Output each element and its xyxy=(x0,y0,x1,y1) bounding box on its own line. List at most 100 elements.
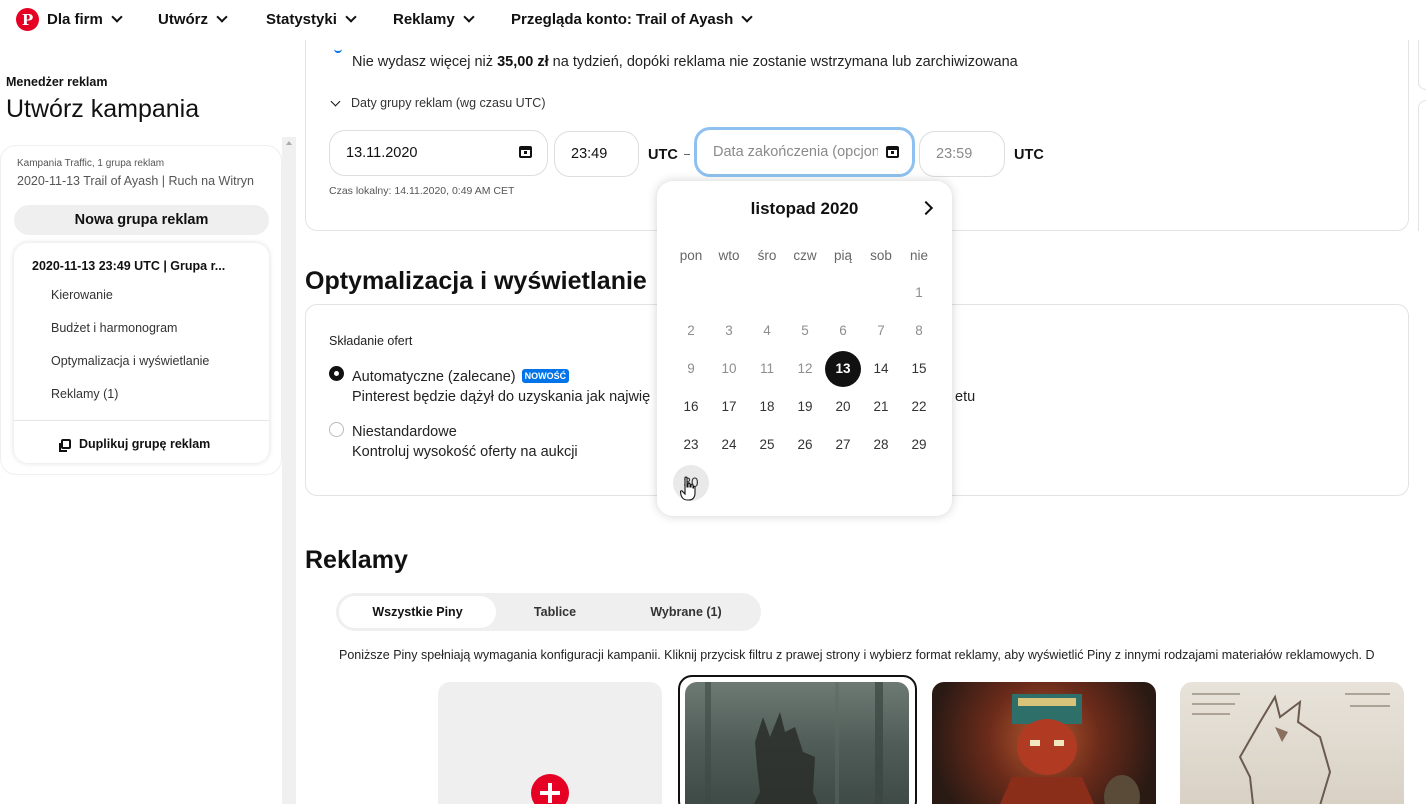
tab-selected[interactable]: Wybrane (1) xyxy=(614,596,758,628)
weekday-label: nie xyxy=(909,248,928,263)
masked-warrior-image xyxy=(1000,694,1140,804)
ads-note-text: Poniższe Piny spełniają wymagania konfig… xyxy=(339,648,1375,662)
top-nav: P Dla firm Utwórz Statystyki Reklamy Prz… xyxy=(0,0,1426,40)
nav-stats-label: Statystyki xyxy=(266,11,337,28)
add-icon[interactable] xyxy=(531,774,569,804)
calendar-icon[interactable] xyxy=(519,146,532,158)
calendar-day[interactable]: 19 xyxy=(786,391,824,423)
nav-create-menu[interactable]: Utwórz xyxy=(158,11,228,28)
werewolf-sketch-image xyxy=(1192,693,1390,804)
calendar-day[interactable]: 16 xyxy=(672,391,710,423)
bid-automatic-description: Pinterest będzie dążył do uzyskania jak … xyxy=(352,389,651,405)
campaign-name[interactable]: 2020-11-13 Trail of Ayash | Ruch na Witr… xyxy=(17,174,267,188)
pin-thumbnail[interactable] xyxy=(932,682,1156,804)
dates-toggle-label: Daty grupy reklam (wg czasu UTC) xyxy=(351,96,546,110)
pinterest-logo-icon[interactable]: P xyxy=(16,8,39,31)
campaign-meta: Kampania Traffic, 1 grupa reklam xyxy=(17,158,165,169)
calendar-day[interactable]: 3 xyxy=(710,315,748,347)
nav-business-menu[interactable]: Dla firm xyxy=(47,11,123,28)
date-picker-popup: listopad 2020 pon wto śro czw pią sob ni… xyxy=(657,181,952,516)
calendar-day[interactable]: 21 xyxy=(862,391,900,423)
chevron-down-icon xyxy=(463,11,475,23)
nav-ads-label: Reklamy xyxy=(393,11,455,28)
sidebar-item-budget[interactable]: Budżet i harmonogram xyxy=(51,321,177,335)
calendar-day[interactable]: 29 xyxy=(900,429,938,461)
nav-create-label: Utwórz xyxy=(158,11,208,28)
calendar-day[interactable]: 11 xyxy=(748,353,786,385)
page-title: Utwórz kampania xyxy=(6,95,200,123)
calendar-day[interactable]: 24 xyxy=(710,429,748,461)
bid-custom-title[interactable]: Niestandardowe xyxy=(352,424,457,440)
pin-thumbnail[interactable] xyxy=(1180,682,1404,804)
bid-automatic-description-end: etu xyxy=(955,389,976,405)
calendar-icon[interactable] xyxy=(886,146,899,158)
nav-ads-menu[interactable]: Reklamy xyxy=(393,11,475,28)
tab-boards[interactable]: Tablice xyxy=(496,596,614,628)
ads-tabs: Wszystkie Piny Tablice Wybrane (1) xyxy=(336,593,761,631)
calendar-day[interactable]: 14 xyxy=(862,353,900,385)
timezone-label: UTC xyxy=(1014,147,1044,163)
spend-prefix: Nie wydasz więcej niż xyxy=(352,54,498,70)
scroll-up-arrow-icon[interactable] xyxy=(286,141,292,145)
timezone-label: UTC xyxy=(648,147,678,163)
calendar-day[interactable]: 25 xyxy=(748,429,786,461)
end-time-field[interactable]: 23:59 xyxy=(919,131,1005,177)
start-time-value: 23:49 xyxy=(571,146,608,162)
calendar-day[interactable]: 10 xyxy=(710,353,748,385)
start-time-field[interactable]: 23:49 xyxy=(554,131,639,177)
ad-group-dates-toggle[interactable]: Daty grupy reklam (wg czasu UTC) xyxy=(330,96,546,110)
calendar-day[interactable]: 7 xyxy=(862,315,900,347)
ad-group-title[interactable]: 2020-11-13 23:49 UTC | Grupa r... xyxy=(32,259,225,273)
calendar-day[interactable]: 6 xyxy=(824,315,862,347)
weekday-label: pon xyxy=(679,248,703,263)
sidebar-scrollbar[interactable] xyxy=(282,137,296,804)
calendar-day[interactable]: 17 xyxy=(710,391,748,423)
calendar-day[interactable]: 23 xyxy=(672,429,710,461)
nav-account-menu[interactable]: Przegląda konto: Trail of Ayash xyxy=(511,11,753,28)
ad-group-card: 2020-11-13 23:49 UTC | Grupa r... Kierow… xyxy=(14,243,269,463)
weekday-label: śro xyxy=(757,248,777,263)
new-ad-group-button[interactable]: Nowa grupa reklam xyxy=(14,205,269,235)
tab-all-pins[interactable]: Wszystkie Piny xyxy=(339,596,496,628)
chevron-down-icon xyxy=(330,96,341,106)
calendar-day[interactable]: 2 xyxy=(672,315,710,347)
calendar-day[interactable]: 26 xyxy=(786,429,824,461)
weekday-label: czw xyxy=(793,248,817,263)
calendar-day[interactable]: 8 xyxy=(900,315,938,347)
create-pin-tile[interactable] xyxy=(438,682,662,804)
sidebar-item-targeting[interactable]: Kierowanie xyxy=(51,288,113,302)
end-date-field[interactable]: Data zakończenia (opcjonalnie) xyxy=(694,127,915,177)
duplicate-ad-group-button[interactable]: Duplikuj grupę reklam xyxy=(59,437,211,452)
pin-thumbnail[interactable] xyxy=(685,682,909,804)
calendar-day[interactable]: 15 xyxy=(900,353,938,385)
calendar-day[interactable]: 12 xyxy=(786,353,824,385)
calendar-day[interactable]: 27 xyxy=(824,429,862,461)
calendar-day-selected[interactable]: 13 xyxy=(825,351,861,387)
picker-month-title: listopad 2020 xyxy=(750,199,859,218)
sidebar-item-ads[interactable]: Reklamy (1) xyxy=(51,387,118,401)
bid-automatic-radio[interactable] xyxy=(329,366,344,381)
duplicate-label: Duplikuj grupę reklam xyxy=(79,437,211,451)
calendar-day[interactable]: 18 xyxy=(748,391,786,423)
calendar-day[interactable]: 4 xyxy=(748,315,786,347)
bid-automatic-title: Automatyczne (zalecane) xyxy=(352,369,516,385)
sidebar-item-optimization[interactable]: Optymalizacja i wyświetlanie xyxy=(51,354,209,368)
nav-account-label: Przegląda konto: Trail of Ayash xyxy=(511,11,734,28)
side-panel-edge xyxy=(1418,100,1426,231)
calendar-day[interactable]: 22 xyxy=(900,391,938,423)
calendar-day[interactable]: 1 xyxy=(900,277,938,309)
chevron-down-icon xyxy=(741,11,753,23)
calendar-day[interactable]: 5 xyxy=(786,315,824,347)
bid-custom-radio[interactable] xyxy=(329,422,344,437)
nav-stats-menu[interactable]: Statystyki xyxy=(266,11,357,28)
start-date-field[interactable]: 13.11.2020 xyxy=(329,130,548,176)
calendar-day[interactable]: 9 xyxy=(672,353,710,385)
duplicate-icon xyxy=(59,439,71,452)
calendar-day[interactable]: 20 xyxy=(824,391,862,423)
ads-heading: Reklamy xyxy=(305,546,408,574)
bid-automatic-label[interactable]: Automatyczne (zalecane) NOWOŚĆ xyxy=(352,369,570,385)
calendar-day[interactable]: 28 xyxy=(862,429,900,461)
bid-custom-description: Kontroluj wysokość oferty na aukcji xyxy=(352,444,578,460)
nav-business-label: Dla firm xyxy=(47,11,103,28)
spend-amount: 35,00 zł xyxy=(497,54,549,70)
